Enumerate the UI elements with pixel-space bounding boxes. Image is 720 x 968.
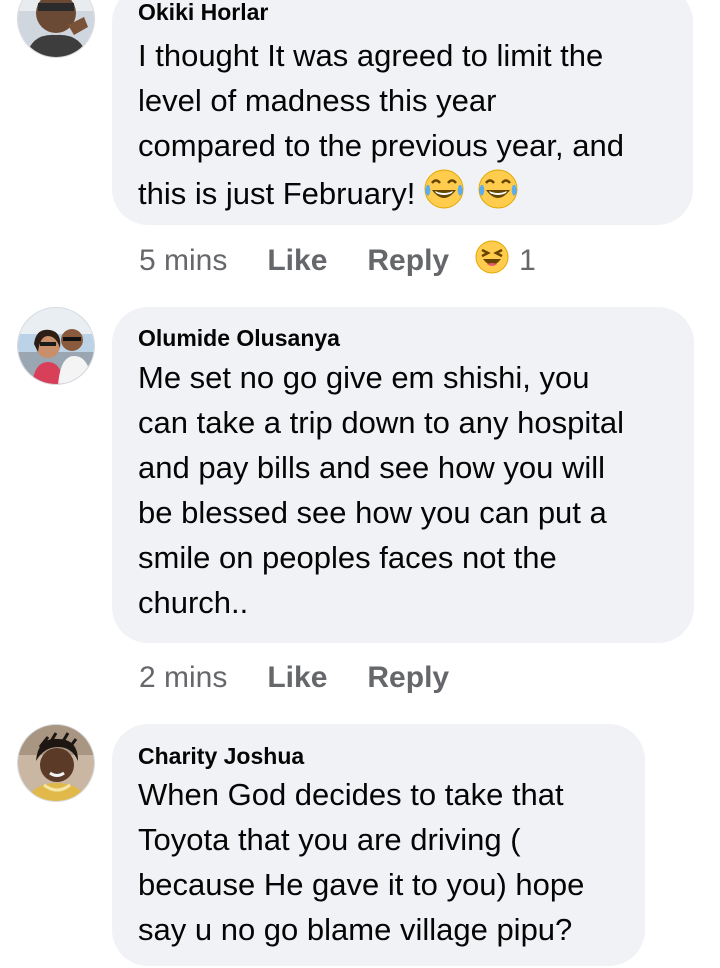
reaction-summary[interactable]: 1 [475,240,536,282]
comment-line: because He gave it to you) hope [138,867,585,902]
reply-button[interactable]: Reply [367,244,449,278]
comment-bubble: Okiki Horlar I thought It was agreed to … [112,0,693,225]
like-button[interactable]: Like [267,244,327,278]
laughing-squint-face-icon [475,240,509,282]
avatar[interactable] [17,0,95,58]
comment-line: Toyota that you are driving ( [138,822,521,857]
comment-line: be blessed see how you can put a [138,495,607,530]
comment-line: I thought It was agreed to limit the [138,38,604,73]
reaction-count: 1 [519,244,536,277]
comment-text: Me set no go give em shishi, you can tak… [138,355,668,625]
author-name[interactable]: Olumide Olusanya [138,324,668,352]
comment-line: smile on peoples faces not the [138,540,557,575]
comment-line: can take a trip down to any hospital [138,405,624,440]
avatar[interactable] [17,307,95,385]
author-name[interactable]: Okiki Horlar [138,0,667,26]
comment-line: compared to the previous year, and [138,128,624,163]
comment-bubble: Charity Joshua When God decides to take … [112,724,645,966]
comment-line: and pay bills and see how you will [138,450,605,485]
comment-line: church.. [138,585,249,620]
comment-line: Me set no go give em shishi, you [138,360,590,395]
like-button[interactable]: Like [267,661,327,695]
author-name[interactable]: Charity Joshua [138,742,619,770]
comment-line: this is just February! [138,176,416,211]
comment-text: When God decides to take that Toyota tha… [138,772,619,952]
avatar[interactable] [17,724,95,802]
comment-bubble: Olumide Olusanya Me set no go give em sh… [112,307,694,643]
timestamp[interactable]: 2 mins [139,661,227,695]
comment-actions: 5 mins Like Reply 1 [139,240,536,282]
reply-button[interactable]: Reply [367,661,449,695]
comment-actions: 2 mins Like Reply [139,658,489,698]
tears-of-joy-emoji-icon [477,168,519,222]
comment-line: say u no go blame village pipu? [138,912,573,947]
comment-text: I thought It was agreed to limit the lev… [138,33,667,222]
comment-line: When God decides to take that [138,777,564,812]
comment-line: level of madness this year [138,83,497,118]
timestamp[interactable]: 5 mins [139,244,227,278]
tears-of-joy-emoji-icon [423,168,465,222]
